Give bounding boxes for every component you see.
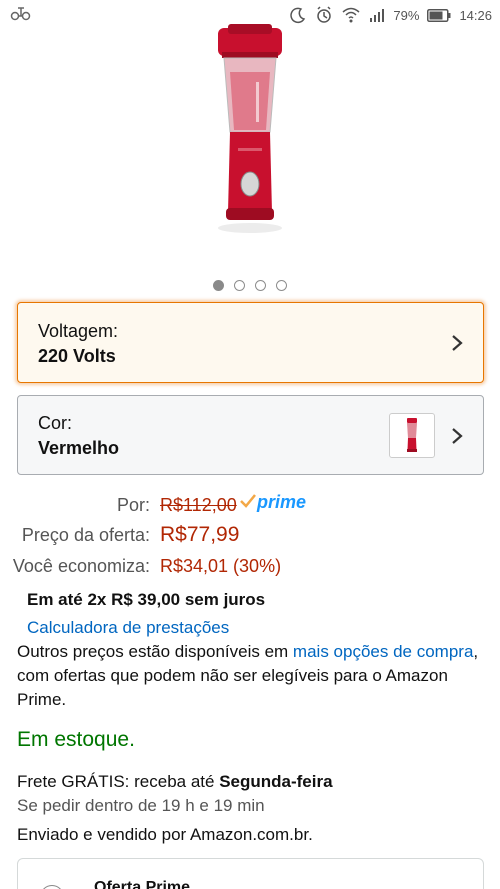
voltage-label: Voltagem:	[38, 321, 119, 341]
prime-check-icon	[240, 492, 256, 513]
signal-icon	[369, 8, 385, 22]
deal-price-label: Preço da oferta:	[21, 525, 150, 545]
delivery-day: Segunda-feira	[219, 772, 333, 791]
image-carousel-dots	[0, 280, 500, 291]
installment-calculator-link[interactable]: Calculadora de prestações	[27, 618, 229, 638]
carousel-dot[interactable]	[255, 280, 266, 291]
battery-icon	[427, 8, 451, 22]
prime-badge: prime	[240, 492, 306, 513]
voltage-selector[interactable]: Voltagem: 220 Volts	[17, 302, 484, 383]
radio-button[interactable]	[40, 885, 64, 889]
more-buying-options-link[interactable]: mais opções de compra	[293, 642, 473, 661]
color-selector[interactable]: Cor: Vermelho	[17, 395, 484, 475]
list-price-label: Por:	[116, 495, 150, 515]
app-notification-icon	[10, 5, 34, 23]
status-icons: 79% 14:26	[289, 4, 492, 26]
stock-status: Em estoque.	[17, 728, 135, 751]
wifi-icon	[341, 6, 361, 24]
carousel-dot[interactable]	[234, 280, 245, 291]
order-cutoff: Se pedir dentro de 19 h e 19 min	[17, 796, 265, 815]
color-swatch-thumbnail	[389, 413, 435, 458]
prime-offer-title: Oferta Prime	[94, 879, 191, 889]
other-prices-before: Outros preços estão disponíveis em	[17, 642, 293, 661]
carousel-dot[interactable]	[276, 280, 287, 291]
other-prices-text: Outros preços estão disponíveis em mais …	[17, 640, 487, 712]
color-label: Cor:	[38, 413, 73, 433]
chevron-right-icon	[451, 427, 463, 445]
battery-percent: 79%	[393, 7, 420, 23]
sold-by: Enviado e vendido por Amazon.com.br.	[17, 825, 313, 844]
chevron-right-icon	[451, 334, 463, 352]
prime-label: prime	[257, 492, 307, 512]
delivery-text: Frete GRÁTIS: receba até	[17, 772, 220, 791]
color-value: Vermelho	[38, 438, 120, 458]
clock: 14:26	[459, 7, 492, 23]
installments-text: Em até 2x R$ 39,00 sem juros	[27, 590, 266, 609]
prime-offer-option[interactable]: Oferta Prime	[17, 858, 484, 889]
list-price: R$112,00	[160, 495, 237, 515]
voltage-value: 220 Volts	[38, 346, 116, 366]
savings-label: Você economiza:	[12, 556, 150, 576]
product-image[interactable]	[200, 22, 300, 262]
deal-price: R$77,99	[160, 523, 240, 546]
delivery-info: Frete GRÁTIS: receba até Segunda-feira	[17, 772, 333, 792]
carousel-dot[interactable]	[213, 280, 224, 291]
alarm-icon	[315, 6, 333, 24]
savings-value: R$34,01 (30%)	[160, 556, 282, 576]
